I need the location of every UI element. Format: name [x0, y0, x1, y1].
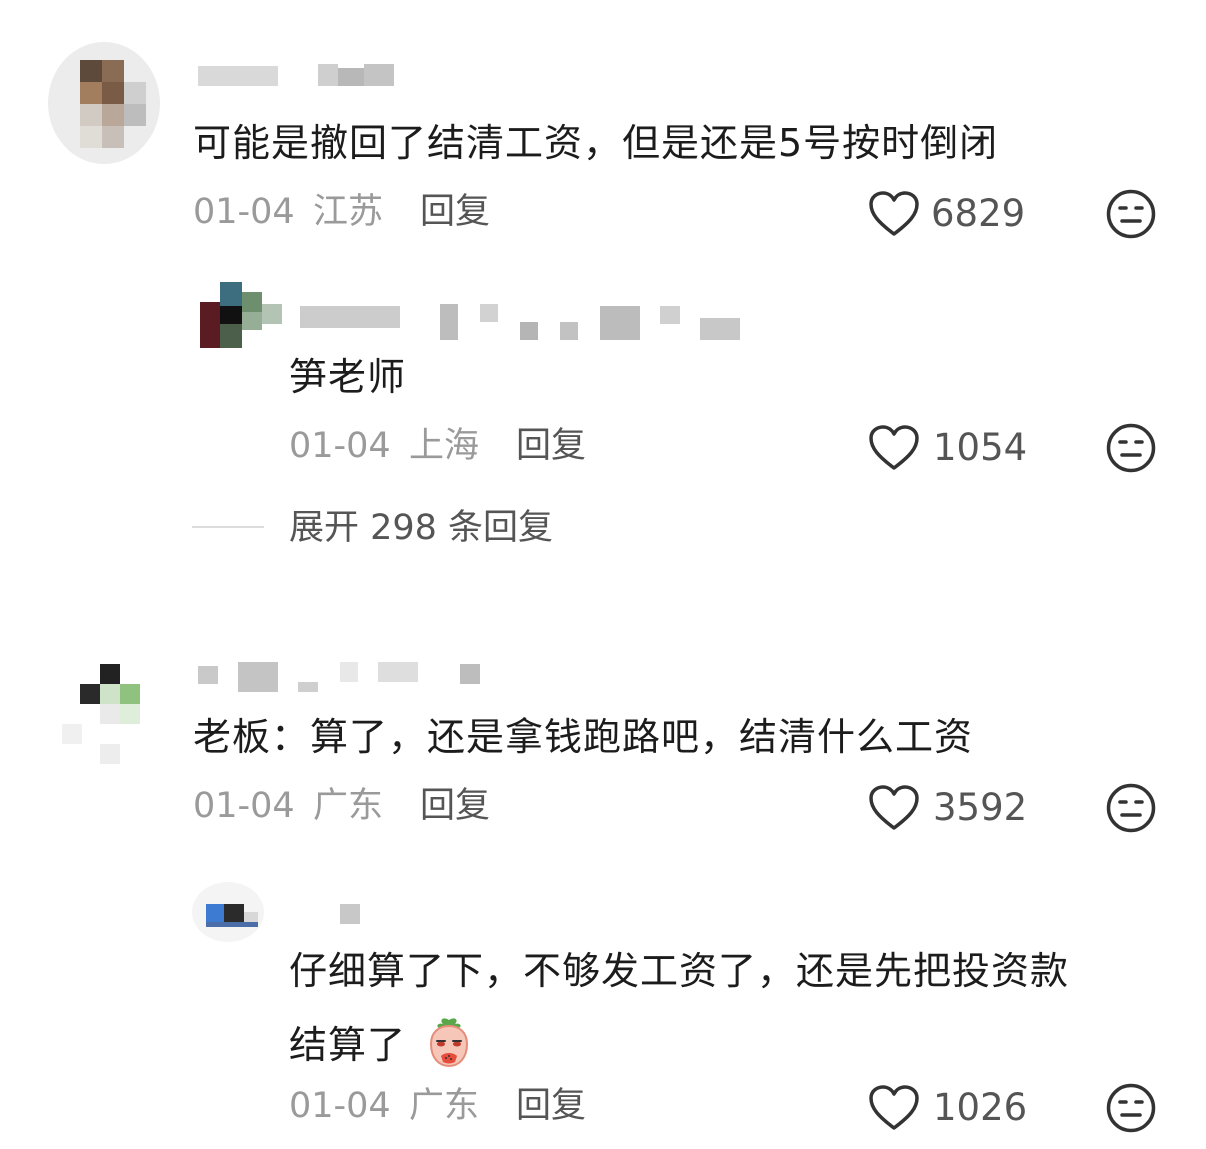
avatar[interactable]	[200, 282, 282, 348]
heart-outline-icon[interactable]	[868, 1084, 920, 1132]
comment-date: 01-04	[193, 786, 295, 826]
neutral-face-icon[interactable]	[1105, 422, 1157, 474]
username-redacted[interactable]	[198, 64, 408, 90]
username-redacted[interactable]	[340, 904, 362, 926]
like-count: 6829	[931, 192, 1026, 235]
comment-location: 江苏	[313, 192, 384, 232]
avatar[interactable]	[58, 660, 158, 764]
avatar[interactable]	[48, 42, 160, 164]
neutral-face-icon[interactable]	[1105, 188, 1157, 240]
expand-replies-label[interactable]: 展开 298 条回复	[289, 506, 553, 550]
reply-button[interactable]: 回复	[420, 784, 490, 828]
reply-button[interactable]: 回复	[516, 1084, 586, 1128]
reply-button[interactable]: 回复	[516, 424, 586, 468]
like-count: 1026	[933, 1086, 1028, 1129]
avatar[interactable]	[192, 882, 264, 942]
reply-text-line1: 仔细算了下，不够发工资了，还是先把投资款	[289, 949, 1070, 993]
neutral-face-icon[interactable]	[1105, 782, 1157, 834]
heart-outline-icon[interactable]	[868, 190, 920, 238]
like-count: 3592	[933, 786, 1028, 829]
comment-text: 老板：算了，还是拿钱跑路吧，结清什么工资	[193, 715, 974, 759]
strawberry-sticker-icon	[430, 1018, 469, 1068]
comment-location: 广东	[313, 786, 384, 826]
username-redacted[interactable]	[198, 662, 488, 696]
reply-text: 笋老师	[289, 355, 407, 399]
reply-date: 01-04	[289, 426, 391, 466]
comment-date: 01-04	[193, 192, 295, 232]
divider-line	[192, 526, 264, 528]
reply-location: 上海	[409, 426, 480, 466]
reply-text-line2: 结算了	[289, 1014, 477, 1070]
reply-date: 01-04	[289, 1086, 391, 1126]
reply-location: 广东	[409, 1086, 480, 1126]
like-count: 1054	[933, 426, 1028, 469]
heart-outline-icon[interactable]	[868, 424, 920, 472]
heart-outline-icon[interactable]	[868, 784, 920, 832]
reply-button[interactable]: 回复	[420, 190, 490, 234]
username-redacted[interactable]	[300, 300, 740, 344]
comment-text: 可能是撤回了结清工资，但是还是5号按时倒闭	[193, 121, 999, 165]
reply-text-line2-text: 结算了	[289, 1023, 407, 1067]
neutral-face-icon[interactable]	[1105, 1082, 1157, 1134]
